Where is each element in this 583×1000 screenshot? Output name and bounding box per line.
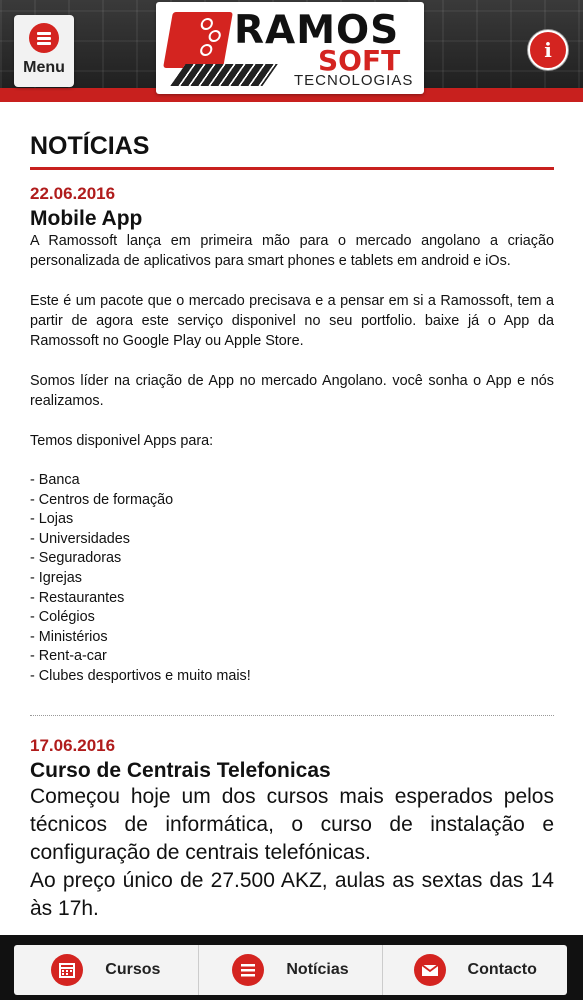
list-item: - Centros de formação [30, 491, 174, 508]
news-title[interactable]: Curso de Centrais Telefonicas [30, 759, 554, 783]
logo-text-tecnologias: TECNOLOGIAS [294, 72, 414, 89]
bottom-nav: Cursos Notícias Contacto [0, 935, 583, 1000]
logo[interactable]: RAMOS SOFT TECNOLOGIAS [156, 2, 424, 94]
page-title: NOTÍCIAS [30, 132, 150, 160]
news-paragraph: A Ramossoft lança em primeira mão para o… [30, 233, 554, 269]
hamburger-icon [29, 23, 59, 53]
list-item: - Lojas [30, 511, 74, 528]
news-item: 22.06.2016 Mobile App A Ramossoft lança … [30, 184, 554, 687]
mail-icon [413, 954, 446, 986]
list-item: - Seguradoras [30, 550, 122, 567]
apps-list: - Banca - Centros de formação - Lojas - … [30, 471, 554, 687]
list-item: - Universidades [30, 530, 130, 547]
menu-button[interactable]: Menu [14, 15, 74, 87]
main-content: NOTÍCIAS 22.06.2016 Mobile App A Ramosso… [30, 102, 554, 923]
news-paragraph: Começou hoje um dos cursos mais esperado… [30, 784, 554, 864]
news-title[interactable]: Mobile App [30, 207, 554, 231]
news-item: 17.06.2016 Curso de Centrais Telefonicas… [30, 736, 554, 923]
news-separator [30, 714, 554, 716]
keyboard-logo-graphic [170, 64, 278, 86]
news-paragraph: Ao preço único de 27.500 AKZ, aulas as s… [30, 868, 554, 920]
nav-tab-noticias[interactable]: Notícias [199, 945, 384, 995]
menu-label: Menu [23, 59, 65, 76]
news-paragraph: Este é um pacote que o mercado precisava… [30, 293, 554, 349]
title-divider [30, 167, 554, 170]
circuit-logo-icon [163, 12, 233, 68]
nav-tab-label: Cursos [105, 961, 161, 978]
calendar-icon [51, 954, 84, 986]
list-item: - Restaurantes [30, 589, 125, 606]
list-item: - Clubes desportivos e muito mais! [30, 667, 251, 684]
news-date: 22.06.2016 [30, 184, 116, 203]
nav-tab-label: Contacto [467, 961, 537, 978]
nav-tab-label: Notícias [286, 961, 349, 978]
news-paragraph: Temos disponivel Apps para: [30, 433, 214, 449]
info-icon[interactable]: i [528, 30, 568, 70]
list-item: - Ministérios [30, 628, 108, 645]
list-icon [232, 954, 265, 986]
list-item: - Rent-a-car [30, 648, 107, 665]
list-item: - Igrejas [30, 569, 82, 586]
list-item: - Banca [30, 472, 80, 488]
news-date: 17.06.2016 [30, 735, 116, 755]
nav-tab-cursos[interactable]: Cursos [14, 945, 199, 995]
news-paragraph: Somos líder na criação de App no mercado… [30, 373, 554, 409]
nav-tab-contacto[interactable]: Contacto [383, 945, 567, 995]
list-item: - Colégios [30, 609, 95, 626]
